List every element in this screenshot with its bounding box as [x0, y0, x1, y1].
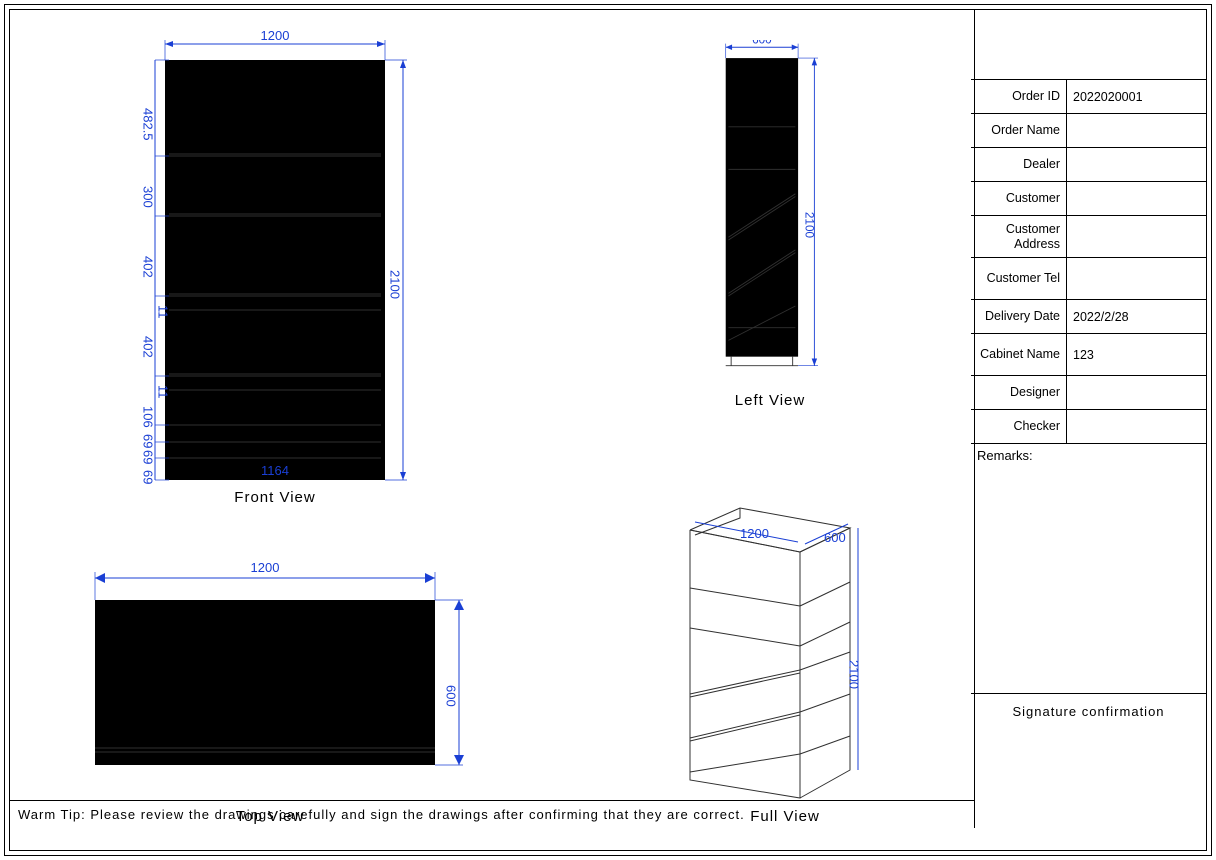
- signature-confirmation: Signature confirmation: [971, 694, 1206, 729]
- svg-text:11: 11: [156, 305, 171, 319]
- left-view: 600 2100: [690, 40, 870, 420]
- title-block-label: Customer Address: [971, 216, 1067, 257]
- svg-text:600: 600: [444, 685, 459, 707]
- title-block-label: Delivery Date: [971, 300, 1067, 333]
- warm-tip-text: Warm Tip: Please review the drawings car…: [18, 807, 745, 822]
- remarks-area: Remarks:: [971, 444, 1206, 694]
- svg-text:106: 106: [141, 406, 156, 428]
- title-block-label: Customer: [971, 182, 1067, 215]
- svg-text:69: 69: [141, 450, 156, 464]
- svg-text:600: 600: [824, 530, 846, 545]
- svg-text:69: 69: [141, 434, 156, 448]
- inner-frame: Order ID2022020001Order NameDealerCustom…: [9, 9, 1207, 851]
- title-block-row: Order ID2022020001: [971, 80, 1206, 114]
- title-block-row: Cabinet Name123: [971, 334, 1206, 376]
- title-block-row: Designer: [971, 376, 1206, 410]
- svg-text:300: 300: [141, 186, 156, 208]
- title-block-label: Customer Tel: [971, 258, 1067, 299]
- svg-text:402: 402: [141, 256, 156, 278]
- svg-text:1200: 1200: [261, 30, 290, 43]
- front-view: 1164 1200 2100 482.5 300 402: [125, 30, 425, 530]
- svg-text:402: 402: [141, 336, 156, 358]
- drawing-area: 1164 1200 2100 482.5 300 402: [10, 10, 975, 828]
- top-view: 1200 600: [65, 550, 485, 810]
- title-block-row: Customer: [971, 182, 1206, 216]
- title-block-label: Dealer: [971, 148, 1067, 181]
- title-block-logo: [971, 10, 1206, 80]
- remarks-label: Remarks:: [971, 444, 1206, 467]
- svg-text:2100: 2100: [388, 270, 403, 299]
- svg-text:1200: 1200: [740, 526, 769, 541]
- title-block-row: Dealer: [971, 148, 1206, 182]
- title-block-value: [1067, 376, 1206, 409]
- title-block-row: Customer Address: [971, 216, 1206, 258]
- title-block-value: [1067, 182, 1206, 215]
- svg-text:2100: 2100: [802, 212, 815, 239]
- svg-text:2100: 2100: [847, 660, 862, 689]
- title-block-value: 2022020001: [1067, 80, 1206, 113]
- title-block-row: Order Name: [971, 114, 1206, 148]
- warm-tip-bar: Warm Tip: Please review the drawings car…: [10, 800, 974, 828]
- title-block-label: Order ID: [971, 80, 1067, 113]
- title-block-value: 2022/2/28: [1067, 300, 1206, 333]
- title-block-value: [1067, 216, 1206, 257]
- svg-text:1200: 1200: [251, 560, 280, 575]
- svg-text:600: 600: [752, 40, 772, 47]
- title-block-value: 123: [1067, 334, 1206, 375]
- full-view: 1200 600 2100: [640, 480, 900, 820]
- svg-text:11: 11: [156, 385, 171, 399]
- title-block-row: Delivery Date2022/2/28: [971, 300, 1206, 334]
- title-block-value: [1067, 148, 1206, 181]
- svg-text:482.5: 482.5: [141, 108, 156, 141]
- title-block-label: Designer: [971, 376, 1067, 409]
- title-block-label: Cabinet Name: [971, 334, 1067, 375]
- title-block-label: Order Name: [971, 114, 1067, 147]
- title-block-value: [1067, 114, 1206, 147]
- svg-text:1164: 1164: [261, 463, 289, 478]
- title-block-value: [1067, 410, 1206, 443]
- title-block-value: [1067, 258, 1206, 299]
- title-block: Order ID2022020001Order NameDealerCustom…: [971, 10, 1206, 850]
- title-block-row: Checker: [971, 410, 1206, 444]
- title-block-row: Customer Tel: [971, 258, 1206, 300]
- title-block-label: Checker: [971, 410, 1067, 443]
- left-view-label: Left View: [710, 392, 830, 409]
- svg-text:69: 69: [141, 470, 156, 484]
- front-view-label: Front View: [200, 489, 350, 506]
- drawing-sheet: Order ID2022020001Order NameDealerCustom…: [4, 4, 1212, 856]
